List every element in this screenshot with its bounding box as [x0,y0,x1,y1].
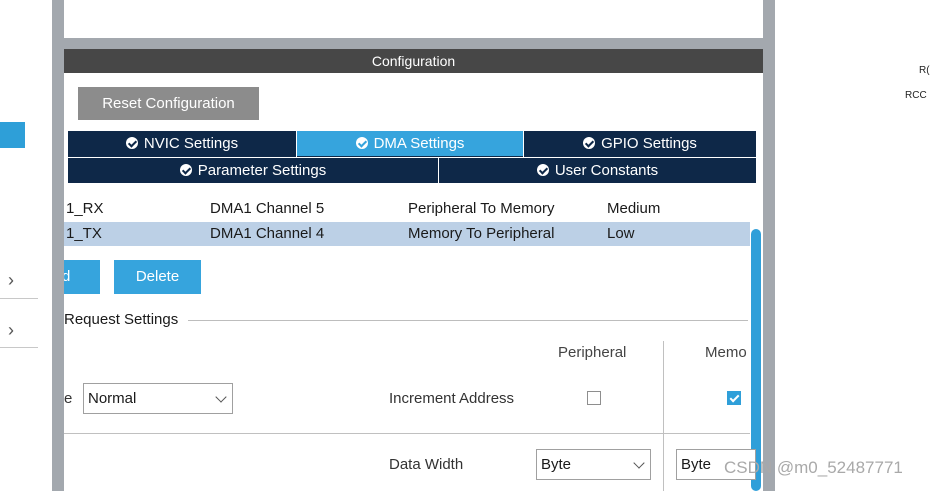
memory-column-header: Memo [705,344,747,361]
check-circle-icon [125,137,138,149]
peripheral-width-value: Byte [541,456,572,473]
peripheral-column-header: Peripheral [558,344,627,361]
tab-label: User Constants [554,162,659,179]
mode-select[interactable]: Normal [83,383,233,414]
direction-cell: Peripheral To Memory [408,200,555,217]
tab-label: DMA Settings [373,135,465,152]
sidebar-divider [0,347,38,348]
priority-cell: Low [607,225,635,242]
mode-label: e [64,390,73,407]
row-divider [64,433,750,434]
table-row[interactable]: 1_TX DMA1 Channel 4 Memory To Peripheral… [64,222,750,246]
tab-label: GPIO Settings [601,135,697,152]
increment-address-label: Increment Address [389,390,515,407]
group-border [188,320,748,321]
check-circle-icon [355,137,368,149]
sidebar-selected-item[interactable] [0,122,25,148]
check-circle-icon [179,164,192,176]
request-settings-title: Request Settings [64,311,182,328]
peripheral-increment-checkbox[interactable] [587,391,601,405]
settings-tabs: NVIC Settings DMA Settings GPIO Settings… [68,131,756,183]
tab-parameter-settings[interactable]: Parameter Settings [68,158,438,183]
request-cell: 1_RX [66,200,104,217]
column-divider [663,341,664,491]
chevron-down-icon [215,391,227,403]
channel-cell: DMA1 Channel 5 [210,200,325,217]
priority-cell: Medium [607,200,661,217]
top-panel [64,0,763,38]
memory-increment-checkbox[interactable] [727,391,741,405]
table-row[interactable]: 1_RX DMA1 Channel 5 Peripheral To Memory… [64,197,750,221]
tab-gpio-settings[interactable]: GPIO Settings [524,131,756,156]
frame-separator [64,38,763,49]
request-cell: 1_TX [66,225,102,242]
watermark: CSDN @m0_52487771 [724,458,903,477]
reset-configuration-button[interactable]: Reset Configuration [78,87,259,120]
channel-cell: DMA1 Channel 4 [210,225,325,242]
configuration-header: Configuration [64,49,763,73]
frame-right [763,0,775,491]
peripheral-data-width-select[interactable]: Byte [536,449,651,480]
tab-nvic-settings[interactable]: NVIC Settings [68,131,296,156]
frame-left [52,0,64,491]
configuration-panel: Configuration Reset Configuration NVIC S… [64,49,763,491]
tab-label: Parameter Settings [197,162,327,179]
check-circle-icon [583,137,596,149]
left-sidebar: › › [0,0,40,491]
memory-width-value: Byte [681,456,712,473]
tab-dma-settings[interactable]: DMA Settings [297,131,523,156]
data-width-label: Data Width [389,456,464,473]
chevron-down-icon [633,457,645,469]
tab-label: NVIC Settings [143,135,239,152]
direction-cell: Memory To Peripheral [408,225,555,242]
check-circle-icon [536,164,549,176]
add-button[interactable]: d [64,260,100,294]
right-label-1: R( [919,65,930,76]
delete-button[interactable]: Delete [114,260,201,294]
chevron-right-icon[interactable]: › [8,320,22,340]
chevron-right-icon[interactable]: › [8,270,22,290]
tab-user-constants[interactable]: User Constants [439,158,756,183]
right-label-2: RCC [905,90,927,101]
mode-select-value: Normal [88,390,137,407]
sidebar-divider [0,298,38,299]
